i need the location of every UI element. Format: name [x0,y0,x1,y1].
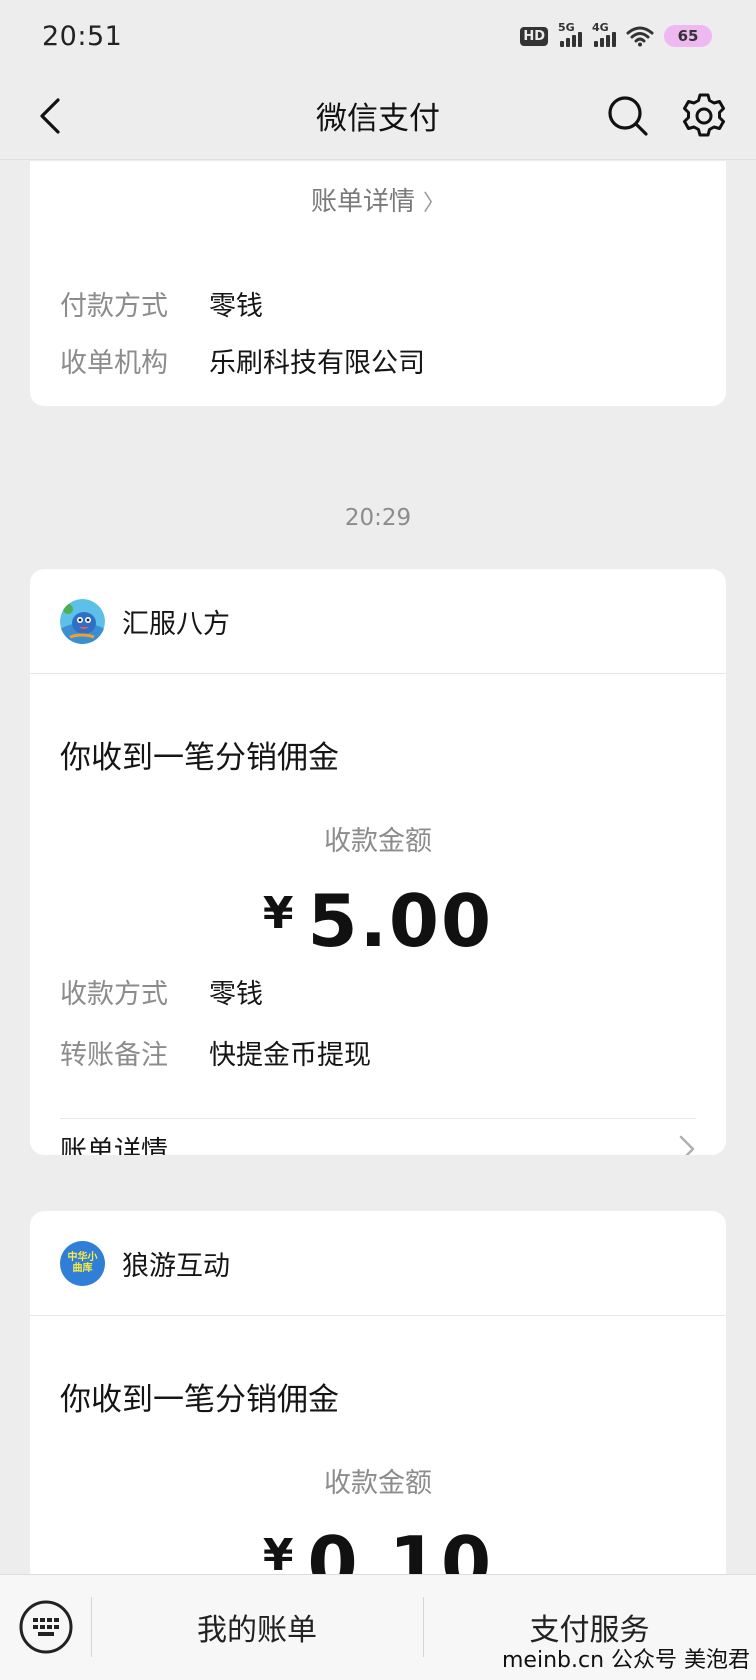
amount-value: 0.10 [307,1521,494,1574]
amount: ¥0.10 [30,1521,726,1574]
search-icon[interactable] [602,90,654,142]
amount-label: 收款金额 [324,1468,432,1499]
message-list[interactable]: 账单详情〉 付款方式 零钱 收单机构 乐刷科技有限公司 20:29 汇服八方 你… [0,161,756,1574]
transfer-note-row: 转账备注 快提金币提现 [60,1040,371,1071]
merchant-name: 狼游互动 [122,1250,230,1282]
signal-5g-icon: 5G [558,21,582,47]
time-divider: 20:29 [344,505,412,531]
tab-my-bills[interactable]: 我的账单 [91,1605,423,1649]
receive-method-row: 收款方式 零钱 [60,979,263,1010]
watermark: meinb.cn 公众号 美泡君 [502,1648,751,1673]
wifi-icon [626,26,654,47]
status-time: 20:51 [42,20,123,52]
amount-label: 收款金额 [324,826,432,857]
back-icon[interactable] [28,92,76,140]
signal-4g-icon: 4G [592,21,616,47]
payment-card-2[interactable]: 中华小曲库 狼游互动 你收到一笔分销佣金 收款金额 ¥0.10 [30,1211,726,1574]
page-title: 微信支付 [316,101,440,137]
divider [60,1118,696,1119]
battery-indicator: 65 [664,25,712,47]
merchant-avatar [60,598,105,644]
message-title: 你收到一笔分销佣金 [60,740,339,776]
chevron-right-icon [679,1135,695,1155]
merchant-avatar: 中华小曲库 [60,1240,105,1286]
card-header[interactable]: 中华小曲库 狼游互动 [30,1211,726,1316]
gear-icon[interactable] [678,90,730,142]
currency-symbol: ¥ [262,888,294,939]
nav-bar: 微信支付 [0,72,756,160]
chevron-right-icon: 〉 [423,191,446,216]
amount: ¥5.00 [30,879,726,963]
bill-detail-link[interactable]: 账单详情〉 [30,181,726,218]
keyboard-icon[interactable] [18,1599,74,1655]
amount-value: 5.00 [307,879,494,963]
message-title: 你收到一笔分销佣金 [60,1382,339,1418]
merchant-name: 汇服八方 [122,608,230,640]
status-icons: HD 5G 4G 65 [520,21,712,47]
bill-detail-row[interactable]: 账单详情 [60,1129,696,1155]
payment-card-previous: 账单详情〉 付款方式 零钱 收单机构 乐刷科技有限公司 [30,161,726,406]
acquirer-row: 收单机构 乐刷科技有限公司 [60,348,425,379]
card-header[interactable]: 汇服八方 [30,569,726,674]
currency-symbol: ¥ [262,1530,294,1574]
payment-method-row: 付款方式 零钱 [60,291,263,322]
hd-badge: HD [520,26,548,46]
payment-card-1[interactable]: 汇服八方 你收到一笔分销佣金 收款金额 ¥5.00 收款方式 零钱 转账备注 快… [30,569,726,1155]
status-bar: 20:51 HD 5G 4G 65 [0,0,756,72]
